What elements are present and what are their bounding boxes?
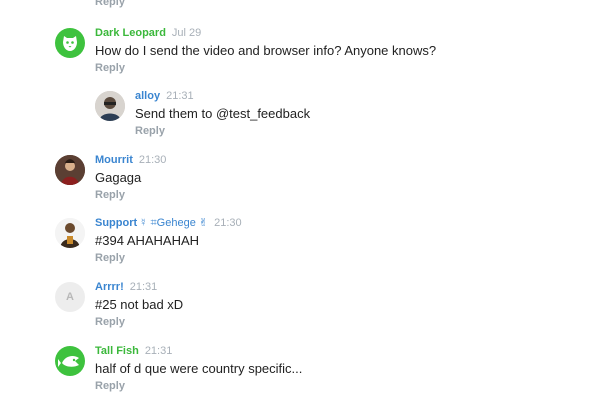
author-name[interactable]: Dark Leopard [95, 27, 166, 39]
comment-header: Dark Leopard Jul 29 [95, 26, 436, 40]
avatar[interactable]: A [55, 282, 85, 312]
author-name[interactable]: Arrrr! [95, 281, 124, 293]
reply-button[interactable]: Reply [95, 0, 125, 8]
author-name[interactable]: Mourrit [95, 154, 133, 166]
comment-text: #25 not bad xD [95, 297, 184, 312]
fish-icon[interactable] [55, 346, 85, 376]
reply-button[interactable]: Reply [95, 62, 436, 74]
avatar[interactable] [55, 218, 85, 248]
timestamp: 21:31 [144, 345, 173, 357]
author-name[interactable]: Tall Fish [95, 345, 139, 357]
comment-text: How do I send the video and browser info… [95, 43, 437, 58]
reply-button[interactable]: Reply [95, 252, 242, 264]
author-name[interactable]: Support [95, 217, 137, 229]
comment-text: half of d que were country specific... [95, 361, 303, 376]
timestamp: Jul 29 [171, 27, 202, 39]
leopard-icon[interactable] [55, 28, 85, 58]
comment-header: Tall Fish 21:31 [95, 344, 302, 358]
comment-header: Mourrit 21:30 [95, 153, 166, 167]
author-badge: ☿ ⌗Gehege ✌ [139, 217, 209, 229]
comment-text: Gagaga [95, 170, 142, 185]
comment-text: #394 AHAHAHAH [95, 233, 200, 248]
timestamp: 21:30 [138, 154, 167, 166]
reply-button[interactable]: Reply [95, 316, 183, 328]
timestamp: 21:31 [129, 281, 158, 293]
avatar[interactable] [55, 155, 85, 185]
timestamp: 21:31 [166, 90, 194, 102]
author-name[interactable]: alloy [135, 90, 160, 102]
comment-header: Support ☿ ⌗Gehege ✌ 21:30 [95, 216, 242, 230]
comment-header: Arrrr! 21:31 [95, 280, 183, 294]
reply-button[interactable]: Reply [95, 380, 302, 392]
reply-button[interactable]: Reply [95, 189, 166, 201]
avatar[interactable] [95, 91, 125, 121]
reply-button[interactable]: Reply [135, 125, 310, 137]
comment-header: alloy 21:31 [135, 89, 310, 103]
timestamp: 21:30 [214, 217, 242, 229]
comment-text: Send them to @test_feedback [135, 106, 311, 121]
